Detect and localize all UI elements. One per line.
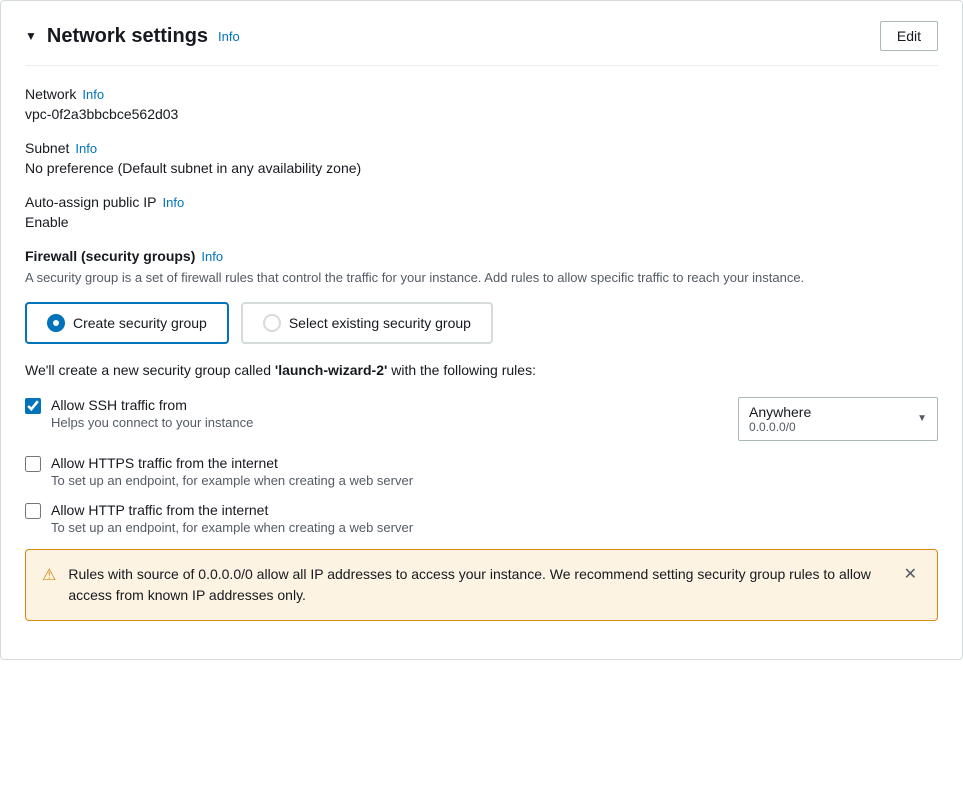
firewall-section: Firewall (security groups) Info A securi… (25, 248, 938, 621)
network-value: vpc-0f2a3bbcbce562d03 (25, 106, 178, 122)
subnet-info-link[interactable]: Info (75, 141, 97, 156)
ssh-dropdown-content: Anywhere 0.0.0.0/0 (749, 404, 911, 434)
http-checkbox[interactable] (25, 503, 41, 519)
http-content: Allow HTTP traffic from the internet To … (51, 502, 938, 535)
warning-banner: ⚠ Rules with source of 0.0.0.0/0 allow a… (25, 549, 938, 621)
http-description: To set up an endpoint, for example when … (51, 520, 938, 535)
panel-title: Network settings (47, 25, 208, 48)
ssh-dropdown-top: Anywhere (749, 404, 911, 420)
network-label: Network (25, 86, 76, 102)
https-content: Allow HTTPS traffic from the internet To… (51, 455, 938, 488)
subnet-section: Subnet Info No preference (Default subne… (25, 140, 938, 176)
firewall-label: Firewall (security groups) (25, 248, 195, 264)
ssh-content: Allow SSH traffic from Helps you connect… (51, 397, 728, 430)
http-rule-row: Allow HTTP traffic from the internet To … (25, 502, 938, 535)
ssh-checkbox[interactable] (25, 398, 41, 414)
create-security-group-option[interactable]: Create security group (25, 302, 229, 344)
auto-assign-label: Auto-assign public IP (25, 194, 157, 210)
https-description: To set up an endpoint, for example when … (51, 473, 938, 488)
firewall-description: A security group is a set of firewall ru… (25, 268, 938, 288)
https-label: Allow HTTPS traffic from the internet (51, 455, 938, 471)
network-section: Network Info vpc-0f2a3bbcbce562d03 (25, 86, 938, 122)
panel-header: ▼ Network settings Info Edit (25, 21, 938, 66)
warning-text: Rules with source of 0.0.0.0/0 allow all… (68, 564, 887, 606)
select-security-group-option[interactable]: Select existing security group (241, 302, 493, 344)
new-sg-suffix: with the following rules: (387, 362, 536, 378)
new-sg-name: 'launch-wizard-2' (275, 362, 387, 378)
ssh-dropdown-sub: 0.0.0.0/0 (749, 420, 911, 434)
ssh-description: Helps you connect to your instance (51, 415, 728, 430)
panel-info-link[interactable]: Info (218, 29, 240, 44)
select-radio-circle (263, 314, 281, 332)
https-rule-row: Allow HTTPS traffic from the internet To… (25, 455, 938, 488)
select-radio-label: Select existing security group (289, 315, 471, 331)
warning-icon: ⚠ (42, 565, 56, 585)
auto-assign-section: Auto-assign public IP Info Enable (25, 194, 938, 230)
subnet-value: No preference (Default subnet in any ava… (25, 160, 361, 176)
ssh-source-dropdown[interactable]: Anywhere 0.0.0.0/0 ▼ (738, 397, 938, 441)
warning-close-button[interactable]: ✕ (900, 564, 921, 584)
auto-assign-value: Enable (25, 214, 69, 230)
create-radio-circle (47, 314, 65, 332)
create-radio-label: Create security group (73, 315, 207, 331)
firewall-info-link[interactable]: Info (201, 249, 223, 264)
chevron-down-icon: ▼ (25, 29, 37, 43)
ssh-label: Allow SSH traffic from (51, 397, 728, 413)
dropdown-arrow-icon: ▼ (917, 413, 927, 424)
http-label: Allow HTTP traffic from the internet (51, 502, 938, 518)
subnet-label: Subnet (25, 140, 69, 156)
network-info-link[interactable]: Info (82, 87, 104, 102)
ssh-rule-row: Allow SSH traffic from Helps you connect… (25, 397, 938, 441)
new-sg-message: We'll create a new security group called… (25, 360, 938, 381)
https-checkbox[interactable] (25, 456, 41, 472)
security-group-radio-group: Create security group Select existing se… (25, 302, 938, 344)
auto-assign-info-link[interactable]: Info (163, 195, 185, 210)
new-sg-prefix: We'll create a new security group called (25, 362, 275, 378)
edit-button[interactable]: Edit (880, 21, 938, 51)
